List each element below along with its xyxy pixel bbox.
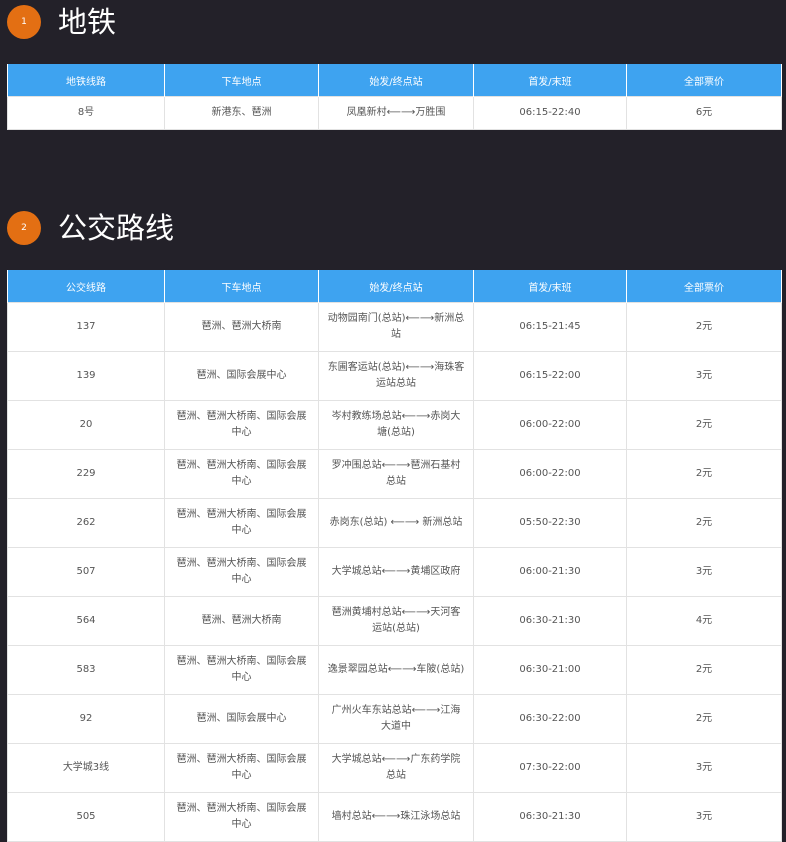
terminals-cell: 广州火车东站总站⟵⟶江海大道中 — [318, 694, 474, 744]
table-row: 507 琶洲、琶洲大桥南、国际会展中心 大学城总站⟵⟶黄埔区政府 06:00-21:3… — [7, 547, 782, 597]
table-row: 262 琶洲、琶洲大桥南、国际会展中心 赤岗东(总站) ⟵⟶ 新洲总站 05:50-2… — [7, 498, 782, 548]
schedule-cell: 06:30-21:30 — [473, 792, 627, 842]
col-header-schedule: 首发/末班 — [473, 270, 627, 303]
table-row: 229 琶洲、琶洲大桥南、国际会展中心 罗冲围总站⟵⟶琶洲石基村总站 06:00-22… — [7, 449, 782, 499]
table-row: 92 琶洲、国际会展中心 广州火车东站总站⟵⟶江海大道中 06:30-22:00 2元 — [7, 694, 782, 744]
line-cell: 92 — [7, 694, 165, 744]
line-cell: 505 — [7, 792, 165, 842]
line-cell: 大学城3线 — [7, 743, 165, 793]
col-header-line: 公交线路 — [7, 270, 165, 303]
table-row: 20 琶洲、琶洲大桥南、国际会展中心 岑村教练场总站⟵⟶赤岗大塘(总站) 06:00-… — [7, 400, 782, 450]
schedule-cell: 06:15-22:40 — [473, 96, 627, 130]
terminals-cell: 大学城总站⟵⟶黄埔区政府 — [318, 547, 474, 597]
terminals-cell: 琶洲黄埔村总站⟵⟶天河客运站(总站) — [318, 596, 474, 646]
fare-cell: 4元 — [626, 596, 782, 646]
table-row: 大学城3线 琶洲、琶洲大桥南、国际会展中心 大学城总站⟵⟶广东药学院总站 07:30-… — [7, 743, 782, 793]
line-cell: 229 — [7, 449, 165, 499]
stop-cell: 琶洲、琶洲大桥南、国际会展中心 — [164, 743, 319, 793]
col-header-fare: 全部票价 — [626, 270, 782, 303]
line-cell: 262 — [7, 498, 165, 548]
terminals-cell: 逸景翠园总站⟵⟶车陂(总站) — [318, 645, 474, 695]
table-row: 564 琶洲、琶洲大桥南 琶洲黄埔村总站⟵⟶天河客运站(总站) 06:30-21:30… — [7, 596, 782, 646]
col-header-fare: 全部票价 — [626, 64, 782, 97]
stop-cell: 琶洲、国际会展中心 — [164, 694, 319, 744]
schedule-cell: 06:15-21:45 — [473, 302, 627, 352]
col-header-stop: 下车地点 — [164, 64, 319, 97]
fare-cell: 3元 — [626, 743, 782, 793]
col-header-line: 地铁线路 — [7, 64, 165, 97]
fare-cell: 3元 — [626, 547, 782, 597]
schedule-cell: 05:50-22:30 — [473, 498, 627, 548]
fare-cell: 2元 — [626, 498, 782, 548]
terminals-cell: 动物园南门(总站)⟵⟶新洲总站 — [318, 302, 474, 352]
terminals-cell: 岑村教练场总站⟵⟶赤岗大塘(总站) — [318, 400, 474, 450]
schedule-cell: 06:30-22:00 — [473, 694, 627, 744]
schedule-cell: 06:00-22:00 — [473, 400, 627, 450]
stop-cell: 琶洲、琶洲大桥南 — [164, 302, 319, 352]
stop-cell: 琶洲、琶洲大桥南、国际会展中心 — [164, 498, 319, 548]
table-row: 139 琶洲、国际会展中心 东圃客运站(总站)⟵⟶海珠客运站总站 06:15-22:0… — [7, 351, 782, 401]
stop-cell: 琶洲、琶洲大桥南、国际会展中心 — [164, 547, 319, 597]
line-cell: 137 — [7, 302, 165, 352]
table-header-row: 公交线路 下车地点 始发/终点站 首发/末班 全部票价 — [7, 270, 782, 303]
schedule-cell: 06:30-21:00 — [473, 645, 627, 695]
fare-cell: 2元 — [626, 449, 782, 499]
bus-table: 公交线路 下车地点 始发/终点站 首发/末班 全部票价 137 琶洲、琶洲大桥南动… — [7, 270, 782, 842]
fare-cell: 2元 — [626, 302, 782, 352]
col-header-terminals: 始发/终点站 — [318, 270, 474, 303]
terminals-cell: 大学城总站⟵⟶广东药学院总站 — [318, 743, 474, 793]
stop-cell: 琶洲、琶洲大桥南、国际会展中心 — [164, 400, 319, 450]
table-row: 583 琶洲、琶洲大桥南、国际会展中心 逸景翠园总站⟵⟶车陂(总站) 06:30-21… — [7, 645, 782, 695]
fare-cell: 6元 — [626, 96, 782, 130]
schedule-cell: 06:00-22:00 — [473, 449, 627, 499]
schedule-cell: 06:00-21:30 — [473, 547, 627, 597]
col-header-schedule: 首发/末班 — [473, 64, 627, 97]
col-header-stop: 下车地点 — [164, 270, 319, 303]
stop-cell: 琶洲、琶洲大桥南、国际会展中心 — [164, 645, 319, 695]
stop-cell: 琶洲、琶洲大桥南 — [164, 596, 319, 646]
terminals-cell: 东圃客运站(总站)⟵⟶海珠客运站总站 — [318, 351, 474, 401]
table-row: 8号 新港东、琶洲 凤凰新村⟵⟶万胜围 06:15-22:40 6元 — [7, 96, 782, 130]
metro-section-header: 1 地铁 — [7, 5, 116, 39]
section-number-badge: 1 — [7, 5, 41, 39]
col-header-terminals: 始发/终点站 — [318, 64, 474, 97]
fare-cell: 2元 — [626, 400, 782, 450]
terminals-cell: 赤岗东(总站) ⟵⟶ 新洲总站 — [318, 498, 474, 548]
terminals-cell: 罗冲围总站⟵⟶琶洲石基村总站 — [318, 449, 474, 499]
metro-table: 地铁线路 下车地点 始发/终点站 首发/末班 全部票价 8号 新港东、琶洲 凤凰新村… — [7, 64, 782, 130]
fare-cell: 3元 — [626, 792, 782, 842]
schedule-cell: 07:30-22:00 — [473, 743, 627, 793]
stop-cell: 琶洲、琶洲大桥南、国际会展中心 — [164, 449, 319, 499]
table-row: 137 琶洲、琶洲大桥南 动物园南门(总站)⟵⟶新洲总站 06:15-21:45 2元 — [7, 302, 782, 352]
stop-cell: 琶洲、琶洲大桥南、国际会展中心 — [164, 792, 319, 842]
fare-cell: 3元 — [626, 351, 782, 401]
line-cell: 583 — [7, 645, 165, 695]
fare-cell: 2元 — [626, 645, 782, 695]
terminals-cell: 墙村总站⟵⟶珠江泳场总站 — [318, 792, 474, 842]
terminals-cell: 凤凰新村⟵⟶万胜围 — [318, 96, 474, 130]
fare-cell: 2元 — [626, 694, 782, 744]
stop-cell: 新港东、琶洲 — [164, 96, 319, 130]
line-cell: 139 — [7, 351, 165, 401]
section-title: 公交路线 — [58, 210, 175, 245]
line-cell: 20 — [7, 400, 165, 450]
stop-cell: 琶洲、国际会展中心 — [164, 351, 319, 401]
section-title: 地铁 — [58, 4, 117, 39]
line-cell: 564 — [7, 596, 165, 646]
schedule-cell: 06:30-21:30 — [473, 596, 627, 646]
schedule-cell: 06:15-22:00 — [473, 351, 627, 401]
section-number-badge: 2 — [7, 211, 41, 245]
line-cell: 8号 — [7, 96, 165, 130]
line-cell: 507 — [7, 547, 165, 597]
bus-section-header: 2 公交路线 — [7, 211, 174, 245]
table-row: 505 琶洲、琶洲大桥南、国际会展中心 墙村总站⟵⟶珠江泳场总站 06:30-21:3… — [7, 792, 782, 842]
table-header-row: 地铁线路 下车地点 始发/终点站 首发/末班 全部票价 — [7, 64, 782, 97]
